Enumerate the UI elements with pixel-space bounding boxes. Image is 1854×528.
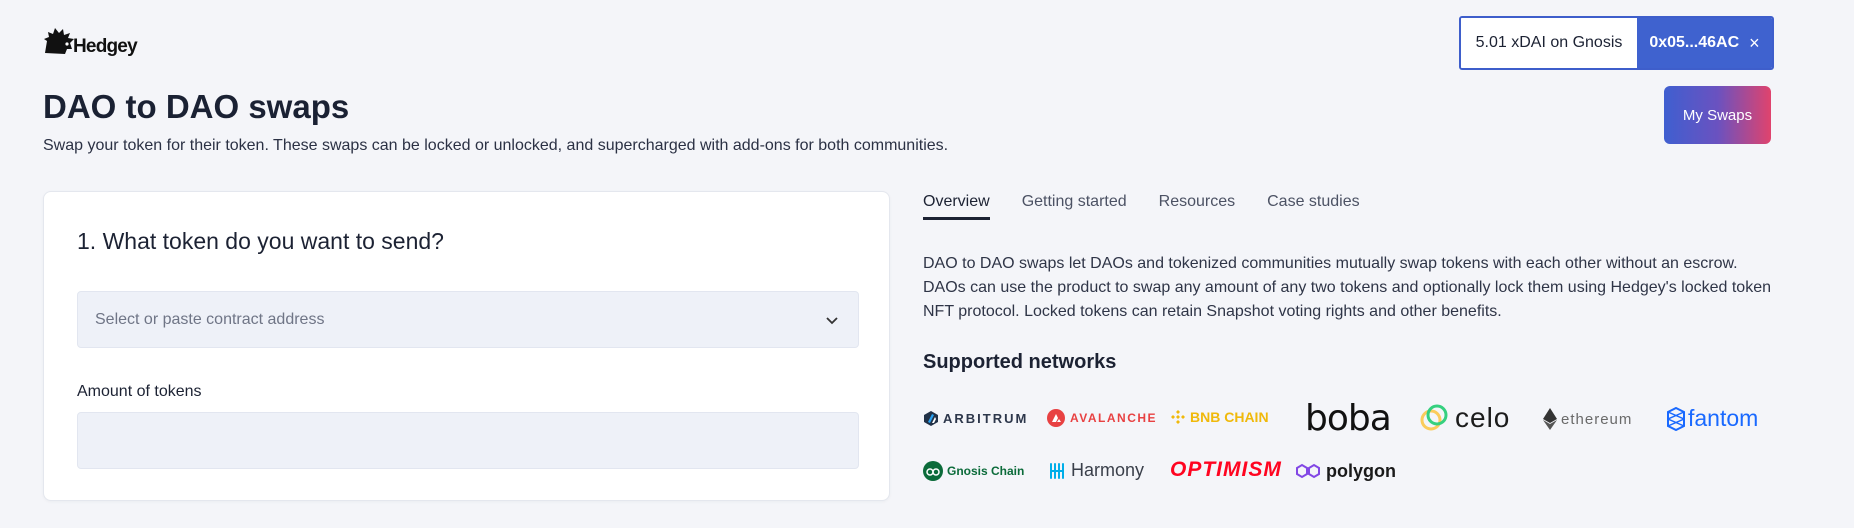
network-label: polygon [1326, 460, 1396, 481]
tab-overview[interactable]: Overview [923, 193, 990, 220]
network-fantom: fantom [1667, 405, 1758, 432]
optimism-icon: OPTIMISM [1170, 458, 1282, 481]
network-boba: boba [1305, 398, 1392, 439]
wallet-address: 0x05...46AC [1649, 34, 1740, 51]
step-question: 1. What token do you want to send? [77, 228, 444, 254]
network-avalanche: AVALANCHE [1047, 409, 1157, 427]
amount-label: Amount of tokens [77, 383, 202, 400]
network-label: ARBITRUM [943, 411, 1029, 426]
gnosis-icon [923, 461, 943, 481]
my-swaps-button[interactable]: My Swaps [1664, 86, 1771, 144]
tab-getting-started[interactable]: Getting started [1022, 193, 1127, 220]
wallet-address-button[interactable]: 0x05...46AC × [1637, 18, 1772, 68]
network-gnosis-chain: Gnosis Chain [923, 461, 1024, 481]
fantom-icon [1667, 406, 1685, 431]
boba-icon: boba [1305, 398, 1392, 439]
network-celo: celo [1419, 402, 1510, 434]
network-label: Gnosis Chain [947, 464, 1025, 478]
hedgey-logo[interactable]: Hedgey [43, 26, 138, 58]
supported-networks-title: Supported networks [923, 351, 1117, 373]
network-label: AVALANCHE [1070, 411, 1158, 425]
polygon-icon [1296, 463, 1320, 479]
network-label: ethereum [1561, 410, 1633, 428]
token-select[interactable]: Select or paste contract address [77, 291, 859, 348]
bnb-icon [1171, 410, 1185, 424]
amount-input[interactable] [77, 412, 859, 469]
arbitrum-icon [924, 411, 938, 426]
network-label: celo [1455, 402, 1511, 433]
celo-icon [1420, 404, 1448, 431]
page-title: DAO to DAO swaps [43, 88, 350, 125]
brand-name: Hedgey [73, 36, 138, 57]
tab-resources[interactable]: Resources [1159, 193, 1235, 220]
page-subtitle: Swap your token for their token. These s… [43, 137, 949, 154]
hedgehog-icon [44, 28, 74, 54]
token-select-placeholder: Select or paste contract address [95, 311, 325, 328]
network-ethereum: ethereum [1543, 408, 1632, 430]
network-harmony: Harmony [1047, 460, 1144, 481]
network-label: fantom [1688, 405, 1759, 431]
network-bnb-chain: BNB CHAIN [1170, 409, 1269, 425]
network-label: Harmony [1071, 460, 1145, 480]
tab-case-studies[interactable]: Case studies [1267, 193, 1360, 220]
network-arbitrum: ARBITRUM [923, 410, 1028, 427]
chevron-down-icon [826, 317, 838, 325]
info-tabs: Overview Getting started Resources Case … [923, 193, 1392, 220]
harmony-icon [1050, 462, 1064, 479]
wallet-balance: 5.01 xDAI on Gnosis [1461, 18, 1637, 68]
avalanche-icon [1047, 409, 1065, 427]
send-token-card: 1. What token do you want to send? Selec… [43, 191, 890, 501]
close-icon[interactable]: × [1749, 33, 1760, 54]
overview-description: DAO to DAO swaps let DAOs and tokenized … [923, 255, 1771, 320]
wallet-widget[interactable]: 5.01 xDAI on Gnosis 0x05...46AC × [1459, 16, 1774, 70]
network-optimism: OPTIMISM [1170, 458, 1282, 482]
network-label: BNB CHAIN [1190, 409, 1269, 425]
ethereum-icon [1543, 408, 1557, 430]
network-polygon: polygon [1295, 460, 1396, 482]
